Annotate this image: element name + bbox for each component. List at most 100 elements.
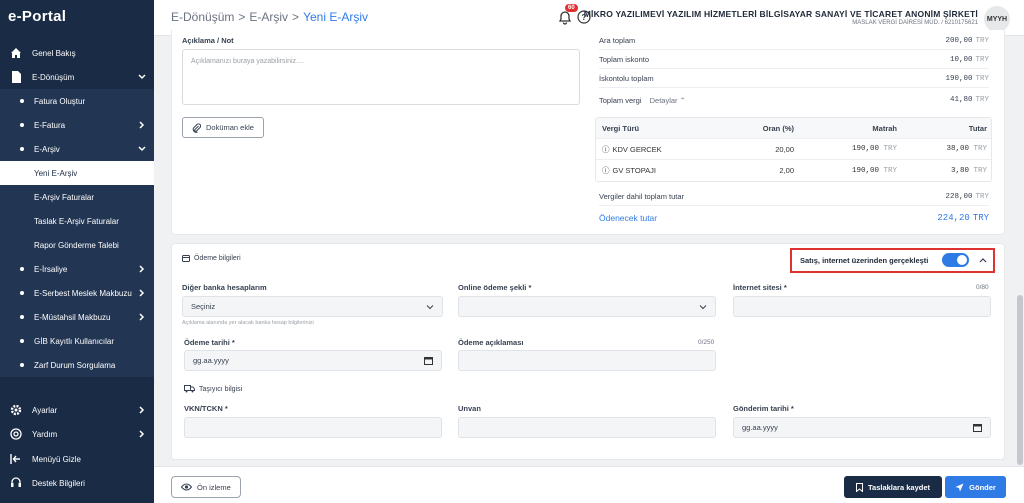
company-info: MİKRO YAZILIMEVİ YAZILIM HİZMETLERİ BİLG… xyxy=(584,9,978,26)
sidebar-item-e-mustahsil[interactable]: E-Müstahsil Makbuzu xyxy=(0,305,154,329)
website-counter: 0/80 xyxy=(976,284,989,291)
chevron-up-icon: ⌃ xyxy=(679,95,686,105)
company-name: MİKRO YAZILIMEVİ YAZILIM HİZMETLERİ BİLG… xyxy=(583,9,978,19)
sidebar-item-label: Genel Bakış xyxy=(32,48,76,58)
note-label: Açıklama / Not xyxy=(182,36,234,45)
chevron-right-icon xyxy=(139,289,145,297)
vkn-input[interactable] xyxy=(184,417,442,438)
chevron-up-icon[interactable] xyxy=(978,256,988,264)
tax-inclusive-value: 228,00 TRY xyxy=(945,192,989,201)
online-payment-select[interactable] xyxy=(458,296,716,317)
chevron-right-icon xyxy=(139,430,145,438)
bullet-icon xyxy=(20,123,24,127)
sidebar-item-destek-bilgileri[interactable]: Destek Bilgileri xyxy=(0,471,154,495)
sidebar-item-rapor-gonderme[interactable]: Rapor Gönderme Talebi xyxy=(0,233,154,257)
avatar[interactable]: MYYH xyxy=(984,6,1010,32)
internet-sale-toggle[interactable] xyxy=(942,253,969,267)
bank-accounts-label: Diğer banka hesaplarım xyxy=(182,283,267,292)
sidebar-item-e-donusum[interactable]: E-Dönüşüm xyxy=(0,65,154,89)
sidebar-item-label: E-Fatura xyxy=(34,120,66,130)
info-icon[interactable]: ⓘ xyxy=(602,144,610,155)
preview-button[interactable]: Ön izleme xyxy=(171,476,241,498)
discount-label: Toplam iskonto xyxy=(599,55,650,64)
paperclip-icon xyxy=(192,122,201,133)
breadcrumb-separator: > xyxy=(238,10,246,24)
calendar-icon[interactable] xyxy=(424,356,433,365)
payment-date-input[interactable]: gg.aa.yyyy xyxy=(184,350,442,371)
eye-icon xyxy=(181,483,192,491)
bullet-icon xyxy=(20,99,24,103)
company-tax-office: MASLAK VERGİ DAİRESİ MÜD. / 6210175621 xyxy=(852,20,978,26)
chevron-down-icon xyxy=(426,304,434,309)
chevron-down-icon xyxy=(138,146,146,152)
sidebar-item-label: Destek Bilgileri xyxy=(32,478,85,488)
amount-cell: 3,80 TRY xyxy=(950,166,987,175)
chevron-right-icon xyxy=(139,406,145,414)
unvan-input[interactable] xyxy=(458,417,716,438)
col-tax-type: Vergi Türü xyxy=(602,123,640,133)
lifebuoy-icon xyxy=(9,427,23,441)
sidebar-item-menuyu-gizle[interactable]: Menüyü Gizle xyxy=(0,447,154,471)
sidebar-item-e-serbest-meslek[interactable]: E-Serbest Meslek Makbuzu xyxy=(0,281,154,305)
payable-value: 224,20 TRY xyxy=(937,213,989,223)
rate-cell: 2,00 xyxy=(779,166,794,175)
bullet-icon xyxy=(20,363,24,367)
sidebar-item-zarf-durum[interactable]: Zarf Durum Sorgulama xyxy=(0,353,154,377)
add-document-button[interactable]: Doküman ekle xyxy=(182,117,264,138)
chevron-down-icon xyxy=(138,74,146,80)
tax-table: Vergi Türü Oran (%) Matrah Tutar ⓘ KDV GE… xyxy=(595,117,992,182)
subtotal-value: 200,00 TRY xyxy=(945,36,989,45)
sidebar-item-e-irsaliye[interactable]: E-İrsaliye xyxy=(0,257,154,281)
sidebar-item-label: Menüyü Gizle xyxy=(32,454,81,464)
bullet-icon xyxy=(20,147,24,151)
sidebar-item-yeni-e-arsiv[interactable]: Yeni E-Arşiv xyxy=(0,161,154,185)
sidebar-item-e-arsiv-faturalar[interactable]: E-Arşiv Faturalar xyxy=(0,185,154,209)
sidebar-item-label: E-Dönüşüm xyxy=(32,72,75,82)
tax-details-link[interactable]: Detaylar ⌃ xyxy=(650,96,686,105)
info-icon[interactable]: ⓘ xyxy=(602,165,610,176)
sidebar-item-label: E-İrsaliye xyxy=(34,264,68,274)
app-logo: e-Portal xyxy=(8,8,67,25)
base-cell: 190,00 TRY xyxy=(851,166,897,175)
sidebar-item-yardim[interactable]: Yardım xyxy=(0,422,154,446)
truck-icon xyxy=(184,385,195,393)
discount-row: Toplam iskonto 10,00 TRY xyxy=(599,51,989,69)
scrollbar-thumb[interactable] xyxy=(1017,295,1023,465)
save-draft-button[interactable]: Taslaklara kaydet xyxy=(844,476,942,498)
sidebar-item-gib-kayitli[interactable]: GİB Kayıtlı Kullanıcılar xyxy=(0,329,154,353)
document-icon xyxy=(9,70,23,84)
sidebar-item-taslak-e-arsiv[interactable]: Taslak E-Arşiv Faturalar xyxy=(0,209,154,233)
sidebar-item-e-fatura[interactable]: E-Fatura xyxy=(0,113,154,137)
ship-date-input[interactable]: gg.aa.yyyy xyxy=(733,417,991,438)
payment-section-title: Ödeme bilgileri xyxy=(182,255,241,262)
total-tax-row: Toplam vergi Detaylar ⌃ 41,80 TRY xyxy=(599,91,989,109)
unvan-label: Unvan xyxy=(458,404,481,413)
sidebar-item-ayarlar[interactable]: Ayarlar xyxy=(0,398,154,422)
payment-description-input[interactable] xyxy=(458,350,716,371)
sidebar-item-label: Fatura Oluştur xyxy=(34,96,86,106)
sidebar-item-label: Yeni E-Arşiv xyxy=(34,168,78,178)
discounted-total-label: İskontolu toplam xyxy=(599,74,654,83)
website-input[interactable] xyxy=(733,296,991,317)
payment-description-counter: 0/250 xyxy=(698,339,715,346)
breadcrumb-item[interactable]: E-Arşiv xyxy=(249,10,288,24)
discounted-total-row: İskontolu toplam 190,00 TRY xyxy=(599,70,989,88)
tax-table-header: Vergi Türü Oran (%) Matrah Tutar xyxy=(596,118,991,139)
chevron-right-icon xyxy=(139,265,145,273)
chevron-down-icon xyxy=(699,304,707,309)
calendar-icon[interactable] xyxy=(973,423,982,432)
sidebar-item-fatura-olustur[interactable]: Fatura Oluştur xyxy=(0,89,154,113)
bullet-icon xyxy=(20,315,24,319)
rate-cell: 20,00 xyxy=(775,144,794,154)
chevron-right-icon xyxy=(139,121,145,129)
bank-accounts-select[interactable]: Seçiniz xyxy=(182,296,443,317)
breadcrumb-item[interactable]: E-Dönüşüm xyxy=(171,10,234,24)
notification-badge: 60 xyxy=(565,4,578,12)
sidebar-item-label: Ayarlar xyxy=(32,405,58,415)
payment-date-label: Ödeme tarihi * xyxy=(184,338,235,347)
base-cell: 190,00 TRY xyxy=(851,145,897,153)
note-textarea[interactable]: Açıklamanızı buraya yazabilirsiniz.... xyxy=(182,49,580,105)
send-button[interactable]: Gönder xyxy=(945,476,1006,498)
sidebar-item-e-arsiv[interactable]: E-Arşiv xyxy=(0,137,154,161)
sidebar-item-genel-bakis[interactable]: Genel Bakış xyxy=(0,41,154,65)
